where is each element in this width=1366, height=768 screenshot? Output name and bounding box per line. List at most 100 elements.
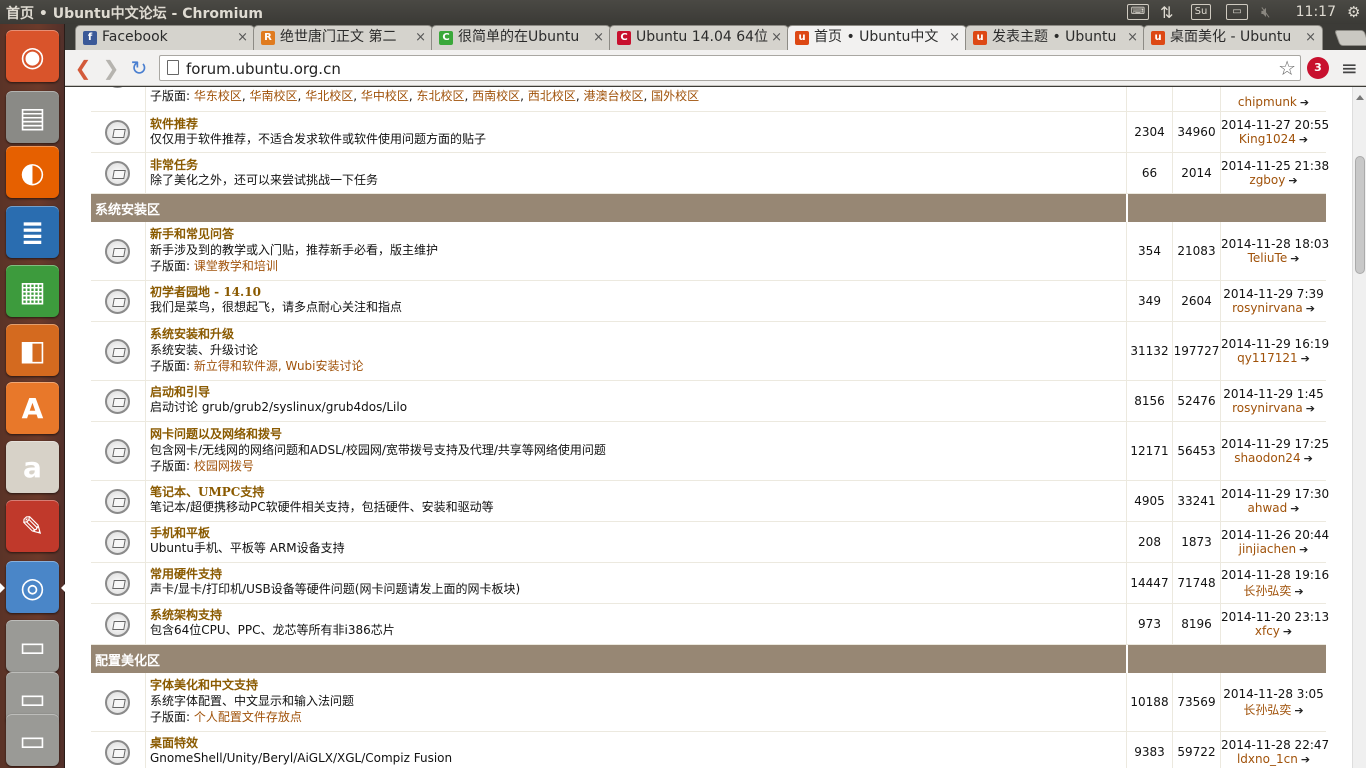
launcher-item-impress[interactable]: ◧ — [6, 324, 59, 376]
scrollbar-thumb[interactable] — [1355, 156, 1365, 274]
launcher-item-system-settings[interactable]: ✎ — [6, 500, 59, 552]
forum-row[interactable]: 常用硬件支持 声卡/显卡/打印机/USB设备等硬件问题(网卡问题请发上面的网卡板块… — [91, 563, 1329, 604]
user-indicator[interactable]: Su — [1191, 4, 1211, 20]
subforum-link[interactable]: 华南校区 — [250, 89, 298, 103]
goto-last-post-icon[interactable]: ➔ — [1294, 704, 1303, 717]
bookmark-star-icon[interactable]: ☆ — [1278, 56, 1296, 80]
launcher-item-chromium[interactable]: ◎ — [0, 561, 66, 613]
last-post-author[interactable]: rosynirvana ➔ — [1221, 301, 1326, 315]
tab-close-icon[interactable]: × — [949, 26, 960, 49]
last-post-author[interactable]: 长孙弘奕 ➔ — [1221, 582, 1326, 599]
forum-title-link[interactable]: 初学者园地 - 14.10 — [150, 285, 1125, 300]
forum-title-link[interactable]: 字体美化和中文支持 — [150, 677, 1125, 693]
goto-last-post-icon[interactable]: ➔ — [1290, 252, 1299, 265]
goto-last-post-icon[interactable]: ➔ — [1300, 96, 1309, 109]
last-post-author[interactable]: King1024 ➔ — [1221, 132, 1326, 146]
forum-row-partial[interactable]: 子版面: 华东校区, 华南校区, 华北校区, 华中校区, 东北校区, 西南校区,… — [91, 87, 1326, 112]
goto-last-post-icon[interactable]: ➔ — [1306, 402, 1315, 415]
launcher-item-software-center[interactable]: A — [6, 382, 59, 434]
forum-title-link[interactable]: 非常任务 — [150, 158, 1125, 173]
forum-title-link[interactable]: 新手和常见问答 — [150, 226, 1125, 242]
forum-row[interactable]: 系统安装和升级 系统安装、升级讨论 子版面: 新立得和软件源, Wubi安装讨论 31… — [91, 322, 1329, 381]
tab-7[interactable]: u 桌面美化 - Ubuntu × — [1143, 25, 1323, 50]
back-button[interactable]: ❮ — [71, 56, 95, 80]
tab-close-icon[interactable]: × — [593, 26, 604, 49]
last-post-user[interactable]: 长孙弘奕 — [1243, 584, 1291, 598]
last-post-user[interactable]: xfcy — [1255, 624, 1280, 638]
forward-button[interactable]: ❯ — [99, 56, 123, 80]
scrollbar[interactable] — [1352, 87, 1366, 768]
tab-1[interactable]: f Facebook × — [75, 25, 255, 50]
new-tab-button[interactable] — [1334, 30, 1366, 46]
forum-row[interactable]: 启动和引导 启动讨论 grub/grub2/syslinux/grub4dos/L… — [91, 381, 1326, 422]
goto-last-post-icon[interactable]: ➔ — [1306, 302, 1315, 315]
goto-last-post-icon[interactable]: ➔ — [1301, 352, 1310, 365]
volume-icon[interactable]: 🔇︎ — [1261, 3, 1270, 21]
last-post-user[interactable]: ahwad — [1248, 501, 1288, 515]
launcher-item-calc[interactable]: ▦ — [6, 265, 59, 317]
launcher-item-drive[interactable]: ▭ — [6, 714, 59, 766]
reload-button[interactable]: ↻ — [127, 56, 151, 80]
subforum-link[interactable]: 西南校区 — [472, 89, 520, 103]
subforum-link[interactable]: 个人配置文件存放点 — [194, 710, 302, 724]
last-post-user[interactable]: qy117121 — [1237, 351, 1298, 365]
forum-title-link[interactable]: 常用硬件支持 — [150, 567, 1125, 582]
tab-close-icon[interactable]: × — [415, 26, 426, 49]
last-post-author[interactable]: rosynirvana ➔ — [1221, 401, 1326, 415]
category-title[interactable]: 配置美化区 — [95, 650, 160, 669]
goto-last-post-icon[interactable]: ➔ — [1304, 452, 1313, 465]
last-post-author[interactable]: ldxno_1cn ➔ — [1221, 752, 1326, 766]
forum-row[interactable]: 非常任务 除了美化之外，还可以来尝试挑战一下任务 66 2014 2014-11-25 … — [91, 153, 1329, 194]
last-post-author[interactable]: shaodon24 ➔ — [1221, 451, 1326, 465]
subforum-link[interactable]: 华东校区 — [194, 89, 242, 103]
goto-last-post-icon[interactable]: ➔ — [1288, 174, 1297, 187]
goto-last-post-icon[interactable]: ➔ — [1283, 625, 1292, 638]
forum-title-link[interactable]: 软件推荐 — [150, 117, 1125, 132]
last-post-author[interactable]: qy117121 ➔ — [1221, 351, 1326, 365]
tab-close-icon[interactable]: × — [237, 26, 248, 49]
forum-row[interactable]: 桌面特效 GnomeShell/Unity/Beryl/AiGLX/XGL/Com… — [91, 732, 1329, 768]
system-gear-icon[interactable]: ⚙ — [1347, 3, 1360, 21]
last-post-author[interactable]: xfcy ➔ — [1221, 624, 1326, 638]
goto-last-post-icon[interactable]: ➔ — [1290, 502, 1299, 515]
forum-title-link[interactable]: 系统架构支持 — [150, 608, 1125, 623]
chrome-menu-icon[interactable]: ≡ — [1341, 56, 1358, 80]
forum-row[interactable]: 手机和平板 Ubuntu手机、平板等 ARM设备支持 208 1873 2014-11-… — [91, 522, 1329, 563]
last-post-author[interactable]: zgboy ➔ — [1221, 173, 1326, 187]
url-text[interactable]: forum.ubuntu.org.cn — [186, 60, 341, 78]
category-title[interactable]: 系统安装区 — [95, 199, 160, 218]
battery-icon[interactable]: ▭ — [1226, 4, 1248, 20]
forum-row[interactable]: 字体美化和中文支持 系统字体配置、中文显示和输入法问题 子版面: 个人配置文件存放点… — [91, 673, 1326, 732]
tab-4[interactable]: C Ubuntu 14.04 64位 × — [609, 25, 789, 50]
last-post-author[interactable]: TeliuTe ➔ — [1221, 251, 1326, 265]
launcher-item-firefox[interactable]: ◐ — [6, 146, 59, 198]
tab-6[interactable]: u 发表主题 • Ubuntu × — [965, 25, 1145, 50]
launcher-item-amazon[interactable]: a — [6, 441, 59, 493]
clock[interactable]: 11:17 — [1296, 4, 1336, 20]
last-post-user[interactable]: zgboy — [1249, 173, 1285, 187]
subforum-link[interactable]: 西北校区 — [528, 89, 576, 103]
subforum-link[interactable]: 港澳台校区 — [583, 89, 643, 103]
goto-last-post-icon[interactable]: ➔ — [1299, 543, 1308, 556]
last-post-user[interactable]: rosynirvana — [1232, 401, 1303, 415]
goto-last-post-icon[interactable]: ➔ — [1301, 753, 1310, 766]
network-icon[interactable]: ⇅ — [1160, 3, 1173, 22]
subforum-link[interactable]: 校园网拨号 — [194, 459, 254, 473]
forum-title-link[interactable]: 笔记本、UMPC支持 — [150, 485, 1125, 500]
last-post-author[interactable]: 长孙弘奕 ➔ — [1221, 701, 1326, 718]
forum-row[interactable]: 新手和常见问答 新手涉及到的教学或入门贴，推荐新手必看，版主维护 子版面: 课堂教学… — [91, 222, 1329, 281]
goto-last-post-icon[interactable]: ➔ — [1299, 133, 1308, 146]
tab-3[interactable]: C 很简单的在Ubuntu × — [431, 25, 611, 50]
last-post-user[interactable]: 长孙弘奕 — [1243, 703, 1291, 717]
goto-last-post-icon[interactable]: ➔ — [1294, 585, 1303, 598]
tab-close-icon[interactable]: × — [1305, 26, 1316, 49]
keyboard-icon[interactable]: ⌨ — [1127, 4, 1149, 20]
tab-2[interactable]: R 绝世唐门正文 第二 × — [253, 25, 433, 50]
last-post-user[interactable]: jinjiachen — [1239, 542, 1297, 556]
last-post-user[interactable]: King1024 — [1239, 132, 1296, 146]
forum-title-link[interactable]: 网卡问题以及网络和拨号 — [150, 426, 1125, 442]
forum-title-link[interactable]: 桌面特效 — [150, 736, 1125, 751]
last-post-user[interactable]: ldxno_1cn — [1237, 752, 1298, 766]
tab-close-icon[interactable]: × — [771, 26, 782, 49]
launcher-item-ubuntu-dash[interactable]: ◉ — [6, 30, 59, 82]
